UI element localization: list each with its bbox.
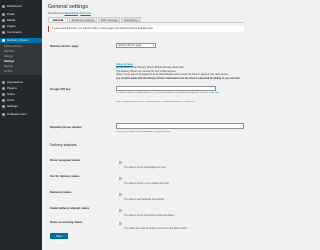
submenu-item-drivers[interactable]: Delivery Drivers — [4, 45, 22, 49]
users-icon — [2, 93, 5, 96]
status-toggle-delivered[interactable] — [116, 193, 122, 197]
plugin-icon — [2, 87, 5, 90]
drivers-page-label: Delivery drivers page — [50, 44, 79, 48]
collapse-icon — [2, 113, 5, 116]
settings-tabs: General Business settings SMS settings M… — [48, 17, 244, 23]
dispatch-phone-input[interactable] — [116, 123, 244, 129]
subtitle-prefix: Developed by — [48, 12, 64, 15]
pages-icon — [2, 25, 5, 28]
drivers-page-info-4: you should enable with the Delivery Driv… — [116, 76, 241, 80]
dashboard-icon — [2, 5, 5, 8]
status-label-assigned: Driver assigned status — [50, 158, 81, 162]
dispatch-phone-help: The phone number will be available on dr… — [116, 131, 172, 133]
sidebar-item-media[interactable]: Media — [2, 18, 40, 23]
posts-icon — [2, 13, 5, 16]
drivers-page-select[interactable]: Delivery Drivers page ▾ — [116, 43, 156, 48]
submenu-item-settings[interactable]: Settings — [4, 60, 14, 64]
truck-icon — [2, 39, 5, 42]
wrench-icon — [2, 99, 5, 102]
tab-general[interactable]: General — [48, 17, 68, 22]
status-desc-failed: The delivery driver attempted to deliver… — [124, 215, 175, 217]
sidebar-submenu: Delivery Drivers Add New Ratings Setting… — [0, 43, 42, 75]
status-desc-processing: The orders are ready for delivery and dr… — [124, 228, 188, 230]
media-icon — [2, 19, 5, 22]
admin-notice: If you're seeing this text, you should c… — [48, 26, 244, 32]
sidebar-item-comments[interactable]: Comments — [2, 30, 40, 35]
submenu-item-ratings[interactable]: Ratings — [4, 55, 13, 59]
drivers-page-info: Delivery Drivers Set the driver to the D… — [116, 54, 244, 81]
status-label-processing: Order processing status — [50, 220, 83, 224]
main-content: General settings Developed by Deviodigit… — [42, 0, 250, 250]
status-toggle-processing[interactable] — [116, 222, 122, 226]
section-title-statuses: Delivery statuses — [50, 143, 77, 147]
drivers-page-selected: Delivery Drivers page — [118, 44, 142, 47]
submenu-item-add-new[interactable]: Add New — [4, 50, 15, 54]
sidebar-item-pages[interactable]: Pages — [2, 24, 40, 29]
sidebar-item-users[interactable]: Users — [2, 92, 40, 97]
google-api-label: Google API key — [50, 87, 71, 91]
chevron-down-icon: ▾ — [152, 44, 154, 47]
google-api-help-link[interactable]: Click here — [209, 92, 219, 94]
tab-business-settings[interactable]: Business settings — [69, 17, 97, 22]
page-title: General settings — [48, 4, 89, 10]
developer-link[interactable]: Deviodigital — [65, 12, 78, 15]
google-api-help-2: Search Maps Directions API, Geocoding AP… — [116, 101, 195, 103]
sidebar-item-tools[interactable]: Tools — [2, 98, 40, 103]
status-label-out-for-delivery: Out for delivery status — [50, 174, 80, 178]
status-toggle-assigned[interactable] — [116, 161, 122, 165]
sidebar-item-posts[interactable]: Posts — [2, 12, 40, 17]
status-desc-assigned: The delivery driver was assigned to orde… — [124, 167, 167, 169]
tab-messaging[interactable]: Messaging — [121, 17, 141, 22]
sidebar-item-dashboard[interactable]: Dashboard — [2, 4, 40, 9]
tab-sms-settings[interactable]: SMS settings — [98, 17, 120, 22]
google-api-help-text: In order to use the Google Maps API you … — [116, 92, 209, 94]
admin-sidebar: Dashboard Posts Media Pages Comments Del… — [0, 0, 42, 250]
status-toggle-out-for-delivery[interactable] — [116, 177, 122, 181]
business-link[interactable]: Business — [80, 12, 91, 15]
submenu-item-reports[interactable]: Reports — [4, 65, 13, 69]
google-api-help-1: In order to use the Google Maps API you … — [116, 92, 244, 94]
sidebar-item-appearance[interactable]: Appearance — [2, 80, 40, 85]
dispatch-phone-label: Dispatch phone number — [50, 125, 83, 129]
sidebar-collapse[interactable]: Collapse menu — [2, 112, 40, 117]
status-desc-delivered: The delivery was delivered successfully. — [124, 199, 165, 201]
comments-icon — [2, 31, 5, 34]
sidebar-item-plugins[interactable]: Plugins — [2, 86, 40, 91]
save-button[interactable]: Save Changes — [50, 233, 68, 244]
status-toggle-failed[interactable] — [116, 209, 122, 213]
sidebar-item-settings[interactable]: Settings — [2, 104, 40, 109]
status-label-failed: Failed delivery attempt status — [50, 206, 90, 210]
page-subtitle: Developed by Deviodigital | Business — [48, 12, 91, 15]
google-api-input[interactable] — [116, 86, 216, 91]
submenu-item-go-pro[interactable]: Go Pro — [4, 70, 12, 74]
status-label-delivered: Delivered status — [50, 190, 72, 194]
status-desc-out-for-delivery: The delivery driver is out to deliver th… — [124, 183, 170, 185]
brush-icon — [2, 81, 5, 84]
settings-icon — [2, 105, 5, 108]
